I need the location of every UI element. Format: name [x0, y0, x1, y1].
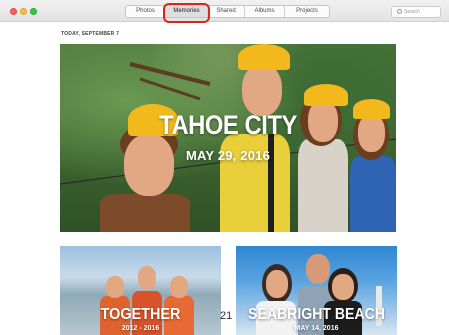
memory-title: TOGETHER	[100, 306, 181, 323]
minimize-icon[interactable]	[20, 8, 27, 15]
tab-shared[interactable]: Shared	[208, 6, 245, 17]
memory-date: MAY 14, 2016	[294, 325, 339, 332]
tab-projects[interactable]: Projects	[285, 6, 329, 17]
window-toolbar: Photos Memories Shared Albums Projects S…	[0, 0, 449, 22]
close-icon[interactable]	[10, 8, 17, 15]
memory-title: SEABRIGHT BEACH	[248, 306, 385, 323]
tab-albums[interactable]: Albums	[245, 6, 285, 17]
zoom-icon[interactable]	[30, 8, 37, 15]
search-icon	[397, 9, 402, 14]
memory-card-seabright-beach[interactable]: SEABRIGHT BEACH MAY 14, 2016	[236, 246, 397, 335]
search-placeholder: Search	[404, 9, 420, 15]
date-header: TODAY, SEPTEMBER 7	[61, 31, 120, 37]
tab-photos[interactable]: Photos	[126, 6, 166, 17]
tab-memories[interactable]: Memories	[166, 6, 208, 17]
count-label: 21	[220, 310, 233, 322]
memory-title: TAHOE CITY	[159, 110, 297, 140]
memory-date: MAY 29, 2016	[185, 148, 271, 163]
search-field[interactable]: Search	[391, 6, 441, 18]
memory-date: 2012 - 2016	[121, 325, 160, 332]
view-tabs: Photos Memories Shared Albums Projects	[125, 5, 330, 18]
memory-card-tahoe-city[interactable]: TAHOE CITY MAY 29, 2016	[60, 44, 396, 232]
memory-card-together[interactable]: TOGETHER 2012 - 2016	[60, 246, 221, 335]
